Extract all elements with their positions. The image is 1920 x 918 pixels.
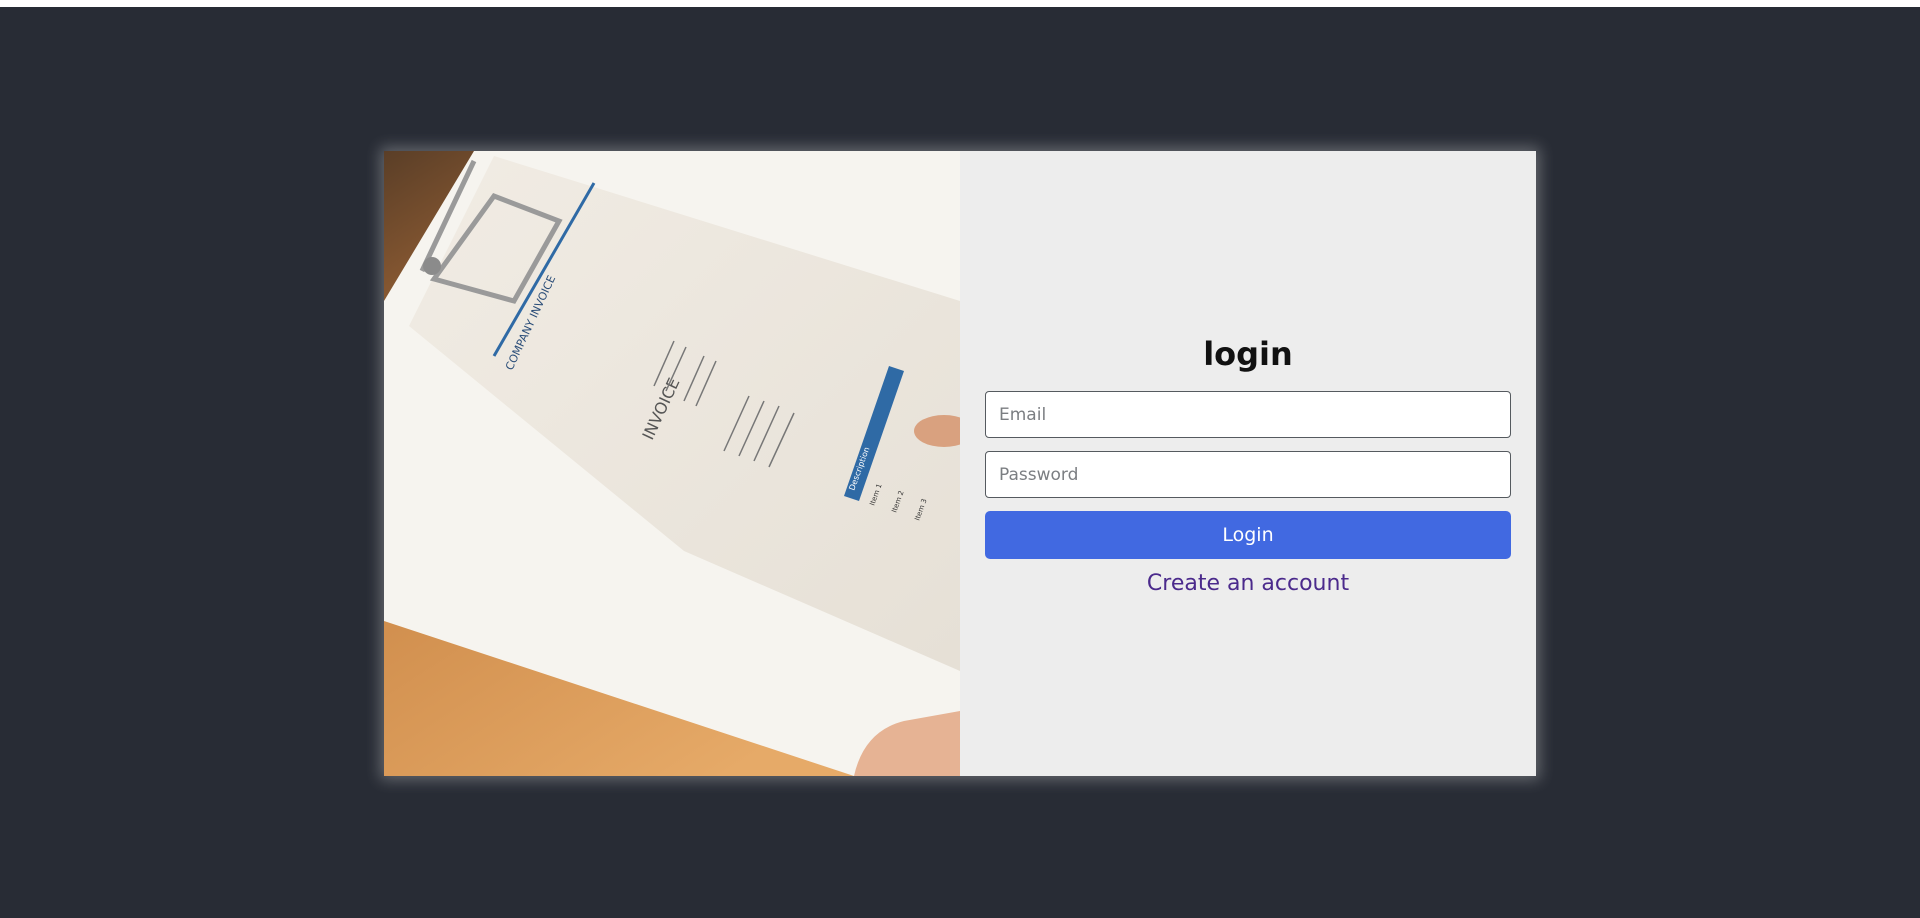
hero-image: COMPANY INVOICE INVOICE Description Item… [384, 151, 960, 776]
create-account-link[interactable]: Create an account [985, 571, 1511, 596]
email-field[interactable] [985, 391, 1511, 438]
login-card: COMPANY INVOICE INVOICE Description Item… [384, 151, 1536, 776]
password-field[interactable] [985, 451, 1511, 498]
login-button[interactable]: Login [985, 511, 1511, 559]
clipboard-invoice-photo: COMPANY INVOICE INVOICE Description Item… [384, 151, 960, 776]
login-panel: login Login Create an account [960, 151, 1536, 776]
login-form: login Login Create an account [985, 331, 1511, 596]
login-title: login [1203, 335, 1293, 373]
top-strip [0, 0, 1920, 7]
